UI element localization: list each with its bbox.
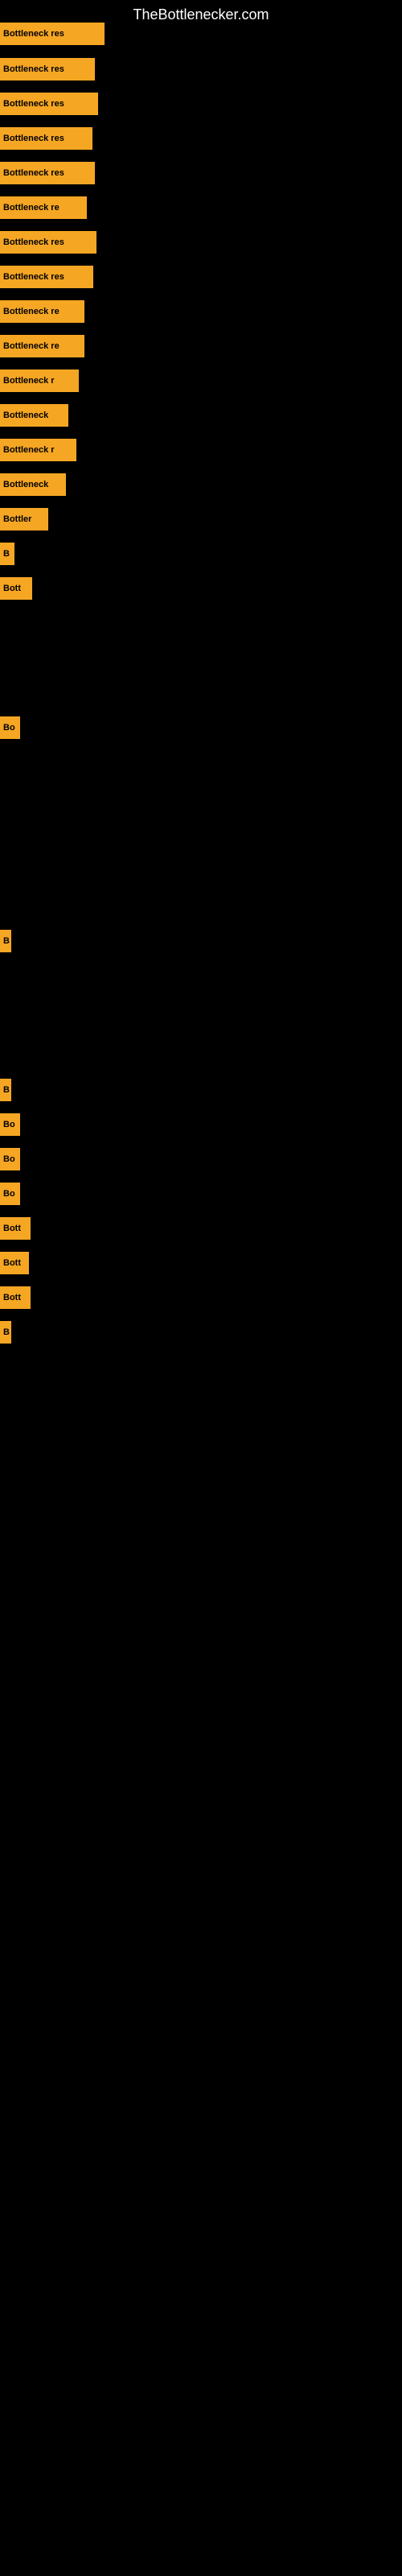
bottleneck-bar-15[interactable]: Bottler <box>0 508 48 530</box>
bottleneck-bar-25[interactable]: Bott <box>0 1252 29 1274</box>
bottleneck-bar-5[interactable]: Bottleneck res <box>0 162 95 184</box>
bottleneck-bar-11[interactable]: Bottleneck r <box>0 369 79 392</box>
bottleneck-bar-9[interactable]: Bottleneck re <box>0 300 84 323</box>
bottleneck-bar-13[interactable]: Bottleneck r <box>0 439 76 461</box>
bottleneck-bar-26[interactable]: Bott <box>0 1286 31 1309</box>
bottleneck-bar-4[interactable]: Bottleneck res <box>0 127 92 150</box>
bottleneck-bar-6[interactable]: Bottleneck re <box>0 196 87 219</box>
bottleneck-bar-18[interactable]: Bo <box>0 716 20 739</box>
bottleneck-bar-14[interactable]: Bottleneck <box>0 473 66 496</box>
bottleneck-bar-27[interactable]: B <box>0 1321 11 1344</box>
bottleneck-bar-20[interactable]: B <box>0 1079 11 1101</box>
bottleneck-bar-3[interactable]: Bottleneck res <box>0 93 98 115</box>
bottleneck-bar-12[interactable]: Bottleneck <box>0 404 68 427</box>
bottleneck-bar-21[interactable]: Bo <box>0 1113 20 1136</box>
bottleneck-bar-8[interactable]: Bottleneck res <box>0 266 93 288</box>
bottleneck-bar-10[interactable]: Bottleneck re <box>0 335 84 357</box>
bottleneck-bar-2[interactable]: Bottleneck res <box>0 58 95 80</box>
bottleneck-bar-23[interactable]: Bo <box>0 1183 20 1205</box>
bottleneck-bar-16[interactable]: B <box>0 543 14 565</box>
bottleneck-bar-22[interactable]: Bo <box>0 1148 20 1170</box>
bottleneck-bar-7[interactable]: Bottleneck res <box>0 231 96 254</box>
bottleneck-bar-24[interactable]: Bott <box>0 1217 31 1240</box>
bottleneck-bar-17[interactable]: Bott <box>0 577 32 600</box>
bottleneck-bar-19[interactable]: B <box>0 930 11 952</box>
bottleneck-bar-1[interactable]: Bottleneck res <box>0 23 105 45</box>
